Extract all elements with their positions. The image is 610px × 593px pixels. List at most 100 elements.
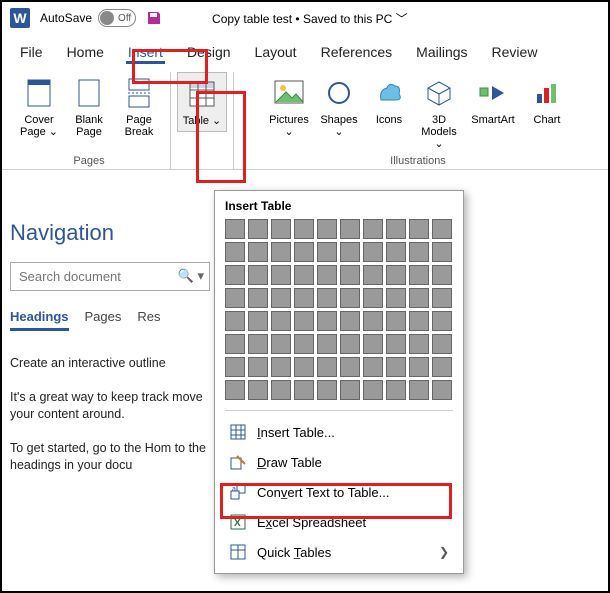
grid-cell[interactable] (294, 357, 314, 377)
grid-cell[interactable] (340, 357, 360, 377)
tab-review[interactable]: Review (480, 38, 550, 66)
grid-cell[interactable] (409, 288, 429, 308)
tab-file[interactable]: File (8, 38, 55, 66)
grid-cell[interactable] (386, 357, 406, 377)
grid-cell[interactable] (225, 242, 245, 262)
grid-cell[interactable] (432, 288, 452, 308)
grid-cell[interactable] (340, 380, 360, 400)
tab-references[interactable]: References (309, 38, 405, 66)
grid-cell[interactable] (432, 380, 452, 400)
menu-convert-text-to-table[interactable]: a Convert Text to Table... (225, 477, 453, 507)
grid-cell[interactable] (432, 334, 452, 354)
grid-cell[interactable] (340, 265, 360, 285)
nav-tab-headings[interactable]: Headings (10, 309, 69, 331)
grid-cell[interactable] (409, 242, 429, 262)
table-size-grid[interactable] (225, 219, 453, 400)
grid-cell[interactable] (225, 380, 245, 400)
tab-mailings[interactable]: Mailings (404, 38, 479, 66)
grid-cell[interactable] (248, 357, 268, 377)
grid-cell[interactable] (432, 265, 452, 285)
grid-cell[interactable] (340, 242, 360, 262)
grid-cell[interactable] (317, 242, 337, 262)
grid-cell[interactable] (409, 334, 429, 354)
grid-cell[interactable] (271, 219, 291, 239)
menu-insert-table[interactable]: Insert Table... (225, 417, 453, 447)
grid-cell[interactable] (225, 334, 245, 354)
grid-cell[interactable] (225, 357, 245, 377)
grid-cell[interactable] (294, 219, 314, 239)
grid-cell[interactable] (317, 380, 337, 400)
grid-cell[interactable] (340, 288, 360, 308)
grid-cell[interactable] (386, 311, 406, 331)
grid-cell[interactable] (409, 311, 429, 331)
grid-cell[interactable] (409, 380, 429, 400)
nav-tab-pages[interactable]: Pages (85, 309, 122, 331)
table-button[interactable]: Table ⌄ (177, 72, 227, 132)
grid-cell[interactable] (317, 311, 337, 331)
grid-cell[interactable] (225, 311, 245, 331)
cover-page-button[interactable]: Cover Page ⌄ (14, 72, 64, 142)
grid-cell[interactable] (294, 380, 314, 400)
menu-draw-table[interactable]: Draw Table (225, 447, 453, 477)
grid-cell[interactable] (340, 219, 360, 239)
menu-quick-tables[interactable]: Quick Tables ❯ (225, 537, 453, 567)
grid-cell[interactable] (340, 311, 360, 331)
grid-cell[interactable] (363, 380, 383, 400)
grid-cell[interactable] (363, 357, 383, 377)
grid-cell[interactable] (294, 311, 314, 331)
grid-cell[interactable] (386, 219, 406, 239)
grid-cell[interactable] (317, 288, 337, 308)
toggle-switch[interactable]: Off (98, 9, 136, 27)
grid-cell[interactable] (363, 311, 383, 331)
grid-cell[interactable] (294, 265, 314, 285)
document-title[interactable]: Copy table test • Saved to this PC ﹀ (212, 10, 408, 27)
smartart-button[interactable]: SmartArt (464, 72, 522, 154)
menu-excel-spreadsheet[interactable]: X Excel Spreadsheet (225, 507, 453, 537)
tab-home[interactable]: Home (55, 38, 116, 66)
chart-button[interactable]: Chart (522, 72, 572, 154)
grid-cell[interactable] (317, 219, 337, 239)
grid-cell[interactable] (363, 242, 383, 262)
grid-cell[interactable] (386, 265, 406, 285)
grid-cell[interactable] (317, 265, 337, 285)
icons-button[interactable]: Icons (364, 72, 414, 154)
grid-cell[interactable] (271, 311, 291, 331)
grid-cell[interactable] (386, 242, 406, 262)
grid-cell[interactable] (225, 219, 245, 239)
grid-cell[interactable] (386, 288, 406, 308)
grid-cell[interactable] (248, 380, 268, 400)
grid-cell[interactable] (386, 380, 406, 400)
nav-tab-results[interactable]: Res (137, 309, 160, 331)
tab-layout[interactable]: Layout (243, 38, 309, 66)
grid-cell[interactable] (225, 265, 245, 285)
pictures-button[interactable]: Pictures ⌄ (264, 72, 314, 154)
autosave-toggle[interactable]: AutoSave Off (40, 9, 136, 27)
grid-cell[interactable] (248, 311, 268, 331)
grid-cell[interactable] (409, 265, 429, 285)
grid-cell[interactable] (317, 334, 337, 354)
tab-design[interactable]: Design (175, 38, 243, 66)
grid-cell[interactable] (432, 311, 452, 331)
grid-cell[interactable] (271, 357, 291, 377)
grid-cell[interactable] (432, 357, 452, 377)
grid-cell[interactable] (363, 219, 383, 239)
grid-cell[interactable] (248, 265, 268, 285)
search-icon[interactable]: 🔍 ▾ (178, 268, 204, 284)
grid-cell[interactable] (248, 242, 268, 262)
tab-insert[interactable]: Insert (116, 38, 175, 66)
grid-cell[interactable] (409, 219, 429, 239)
grid-cell[interactable] (294, 334, 314, 354)
grid-cell[interactable] (432, 219, 452, 239)
grid-cell[interactable] (317, 357, 337, 377)
grid-cell[interactable] (386, 334, 406, 354)
grid-cell[interactable] (363, 334, 383, 354)
grid-cell[interactable] (271, 334, 291, 354)
grid-cell[interactable] (248, 219, 268, 239)
grid-cell[interactable] (271, 265, 291, 285)
grid-cell[interactable] (294, 288, 314, 308)
grid-cell[interactable] (432, 242, 452, 262)
save-icon[interactable] (146, 10, 162, 26)
3d-models-button[interactable]: 3D Models ⌄ (414, 72, 464, 154)
grid-cell[interactable] (294, 242, 314, 262)
grid-cell[interactable] (271, 380, 291, 400)
